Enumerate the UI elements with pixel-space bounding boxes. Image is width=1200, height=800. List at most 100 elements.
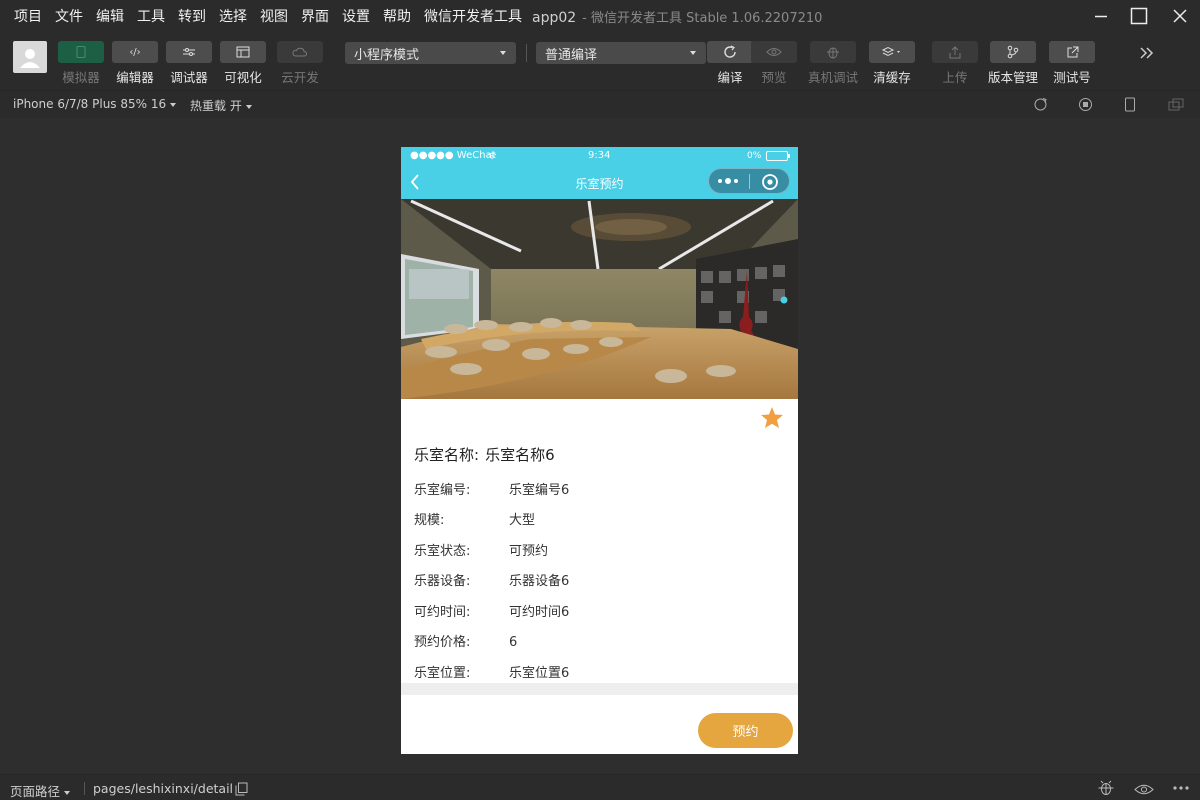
phone-icon <box>1125 97 1135 112</box>
test-account-button[interactable]: 测试号 <box>1049 41 1095 86</box>
chevron-down-icon <box>245 104 252 109</box>
compile-button[interactable]: 编译 <box>707 41 753 86</box>
clear-cache-label: 清缓存 <box>873 70 911 85</box>
editor-toggle: ‹/› <box>112 41 158 63</box>
version-button[interactable]: 版本管理 <box>988 41 1038 86</box>
more-options-button[interactable] <box>1172 780 1190 800</box>
detail-row-price: 预约价格: 6 <box>414 631 517 650</box>
mode-select-value: 小程序模式 <box>354 47 420 63</box>
device-select[interactable]: iPhone 6/7/8 Plus 85% 16 <box>13 97 177 111</box>
test-account-toggle <box>1049 41 1095 63</box>
app-name: app02 <box>532 9 577 26</box>
upload-button[interactable]: 上传 <box>932 41 978 86</box>
mode-select[interactable]: 小程序模式 <box>345 42 516 64</box>
detail-label: 可约时间: <box>414 605 471 620</box>
clear-cache-button[interactable]: 清缓存 <box>869 41 915 86</box>
refresh-icon <box>724 45 736 58</box>
maximize-button[interactable] <box>1121 2 1157 30</box>
close-window-button[interactable] <box>1162 2 1198 30</box>
detail-label: 乐室位置: <box>414 666 471 681</box>
menu-goto[interactable]: 转到 <box>178 6 206 26</box>
upload-icon <box>949 45 961 58</box>
simulator-button[interactable]: 模拟器 <box>58 41 104 86</box>
eye-icon <box>766 48 782 56</box>
visual-toggle <box>220 41 266 63</box>
detail-label: 乐室编号: <box>414 483 471 498</box>
sliders-icon <box>183 48 195 56</box>
visual-button[interactable]: 可视化 <box>220 41 266 86</box>
minimize-icon <box>1095 15 1107 18</box>
compile-mode-select[interactable]: 普通编译 <box>536 42 706 64</box>
menu-tools[interactable]: 工具 <box>137 6 165 26</box>
minimize-button[interactable] <box>1083 2 1119 30</box>
stop-button[interactable] <box>1078 97 1093 116</box>
chevron-down-icon <box>64 790 71 795</box>
menu-file[interactable]: 文件 <box>55 6 83 26</box>
menu-project[interactable]: 项目 <box>14 6 42 26</box>
compile-mode-value: 普通编译 <box>545 47 598 63</box>
device-button[interactable] <box>1124 97 1136 116</box>
preview-toggle-button[interactable] <box>1134 781 1154 800</box>
page-path-select[interactable]: 页面路径 <box>10 781 71 800</box>
menu-select[interactable]: 选择 <box>219 6 247 26</box>
more-button[interactable] <box>1138 45 1156 64</box>
stop-icon <box>1079 98 1092 111</box>
music-room-image <box>401 199 798 399</box>
book-button[interactable]: 预约 <box>698 713 793 748</box>
preview-toggle <box>751 41 797 63</box>
clock-text: 9:34 <box>588 150 611 161</box>
phone-simulator: ●●●●● WeChat 9:34 0% 乐室预约 乐室名称: 乐室名称6 乐室… <box>401 147 798 754</box>
debug-button[interactable] <box>1097 780 1115 800</box>
preview-button[interactable]: 预览 <box>751 41 797 86</box>
menu-view[interactable]: 视图 <box>260 6 288 26</box>
menu-settings[interactable]: 设置 <box>342 6 370 26</box>
cloud-button[interactable]: 云开发 <box>277 41 323 86</box>
visual-label: 可视化 <box>224 70 262 85</box>
hot-reload-select[interactable]: 热重载 开 <box>190 97 252 114</box>
window-title: app02 - 微信开发者工具 Stable 1.06.2207210 <box>532 7 822 26</box>
capsule-menu <box>708 168 790 194</box>
menu-help[interactable]: 帮助 <box>383 6 411 26</box>
version-toggle <box>990 41 1036 63</box>
refresh-icon <box>1034 98 1047 111</box>
carrier-text: ●●●●● WeChat <box>410 150 496 161</box>
room-name-value: 乐室名称6 <box>485 446 555 464</box>
close-icon <box>1173 9 1187 23</box>
detail-row-equipment: 乐器设备: 乐器设备6 <box>414 570 569 589</box>
close-miniprogram-icon[interactable] <box>761 173 779 191</box>
page-path: pages/leshixinxi/detail <box>93 781 234 796</box>
star-icon[interactable] <box>760 406 784 429</box>
editor-button[interactable]: ‹/› 编辑器 <box>112 41 158 86</box>
compile-toggle <box>707 41 753 63</box>
detail-label: 乐室状态: <box>414 544 471 559</box>
menu-interface[interactable]: 界面 <box>301 6 329 26</box>
editor-label: 编辑器 <box>116 70 154 85</box>
double-chevron-right-icon <box>1140 47 1154 59</box>
section-divider <box>401 683 798 695</box>
toolbar: 模拟器 ‹/› 编辑器 调试器 可视化 云开发 小程序模式 普通编译 编译 预览… <box>0 32 1200 90</box>
copy-icon <box>235 782 248 796</box>
wifi-icon <box>487 152 497 159</box>
debugger-button[interactable]: 调试器 <box>166 41 212 86</box>
avatar[interactable] <box>13 41 47 73</box>
bug-icon <box>827 47 839 59</box>
detail-row-scale: 规模: 大型 <box>414 509 535 528</box>
more-dots-icon[interactable] <box>717 177 739 185</box>
debugger-toggle <box>166 41 212 63</box>
phone-icon <box>76 46 86 58</box>
detail-row-status: 乐室状态: 可预约 <box>414 540 548 559</box>
detail-value: 乐室编号6 <box>509 483 570 498</box>
upload-label: 上传 <box>942 70 968 85</box>
cloud-label: 云开发 <box>281 70 319 85</box>
page-path-label: 页面路径 <box>10 784 61 799</box>
detail-value: 乐室位置6 <box>509 666 570 681</box>
copy-path-button[interactable] <box>235 781 248 800</box>
menu-edit[interactable]: 编辑 <box>96 6 124 26</box>
detach-button[interactable] <box>1168 97 1184 116</box>
clear-cache-toggle <box>869 41 915 63</box>
layers-icon <box>881 46 900 57</box>
rotate-button[interactable] <box>1033 97 1048 116</box>
device-select-value: iPhone 6/7/8 Plus 85% 16 <box>13 97 167 111</box>
remote-debug-button[interactable]: 真机调试 <box>808 41 858 86</box>
menu-devtools[interactable]: 微信开发者工具 <box>424 6 522 26</box>
